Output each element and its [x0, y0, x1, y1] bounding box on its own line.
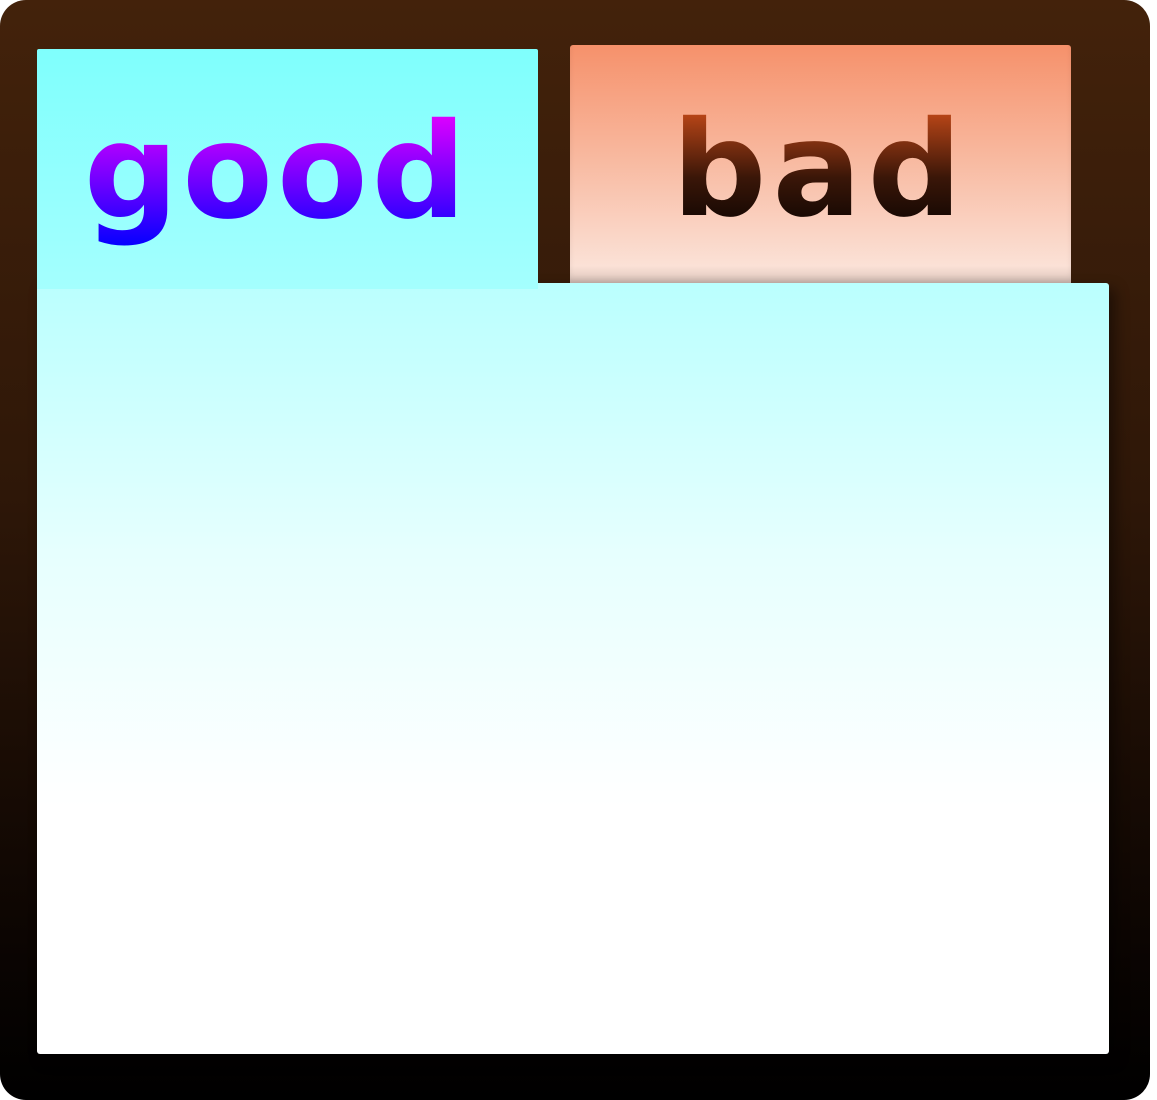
window-frame: bad good [0, 0, 1150, 1100]
tab-good-label-wrap: good [37, 49, 538, 289]
tab-good-label: good [84, 95, 470, 249]
tab-good-label-svg: good [84, 95, 470, 249]
tab-bad-label: bad [672, 93, 968, 247]
tab-bad-label-svg: bad [672, 93, 968, 247]
tab-content-panel [37, 283, 1109, 1054]
tab-bad[interactable]: bad [570, 45, 1071, 285]
tab-good[interactable]: good [37, 49, 538, 289]
tab-bad-label-wrap: bad [570, 45, 1071, 285]
